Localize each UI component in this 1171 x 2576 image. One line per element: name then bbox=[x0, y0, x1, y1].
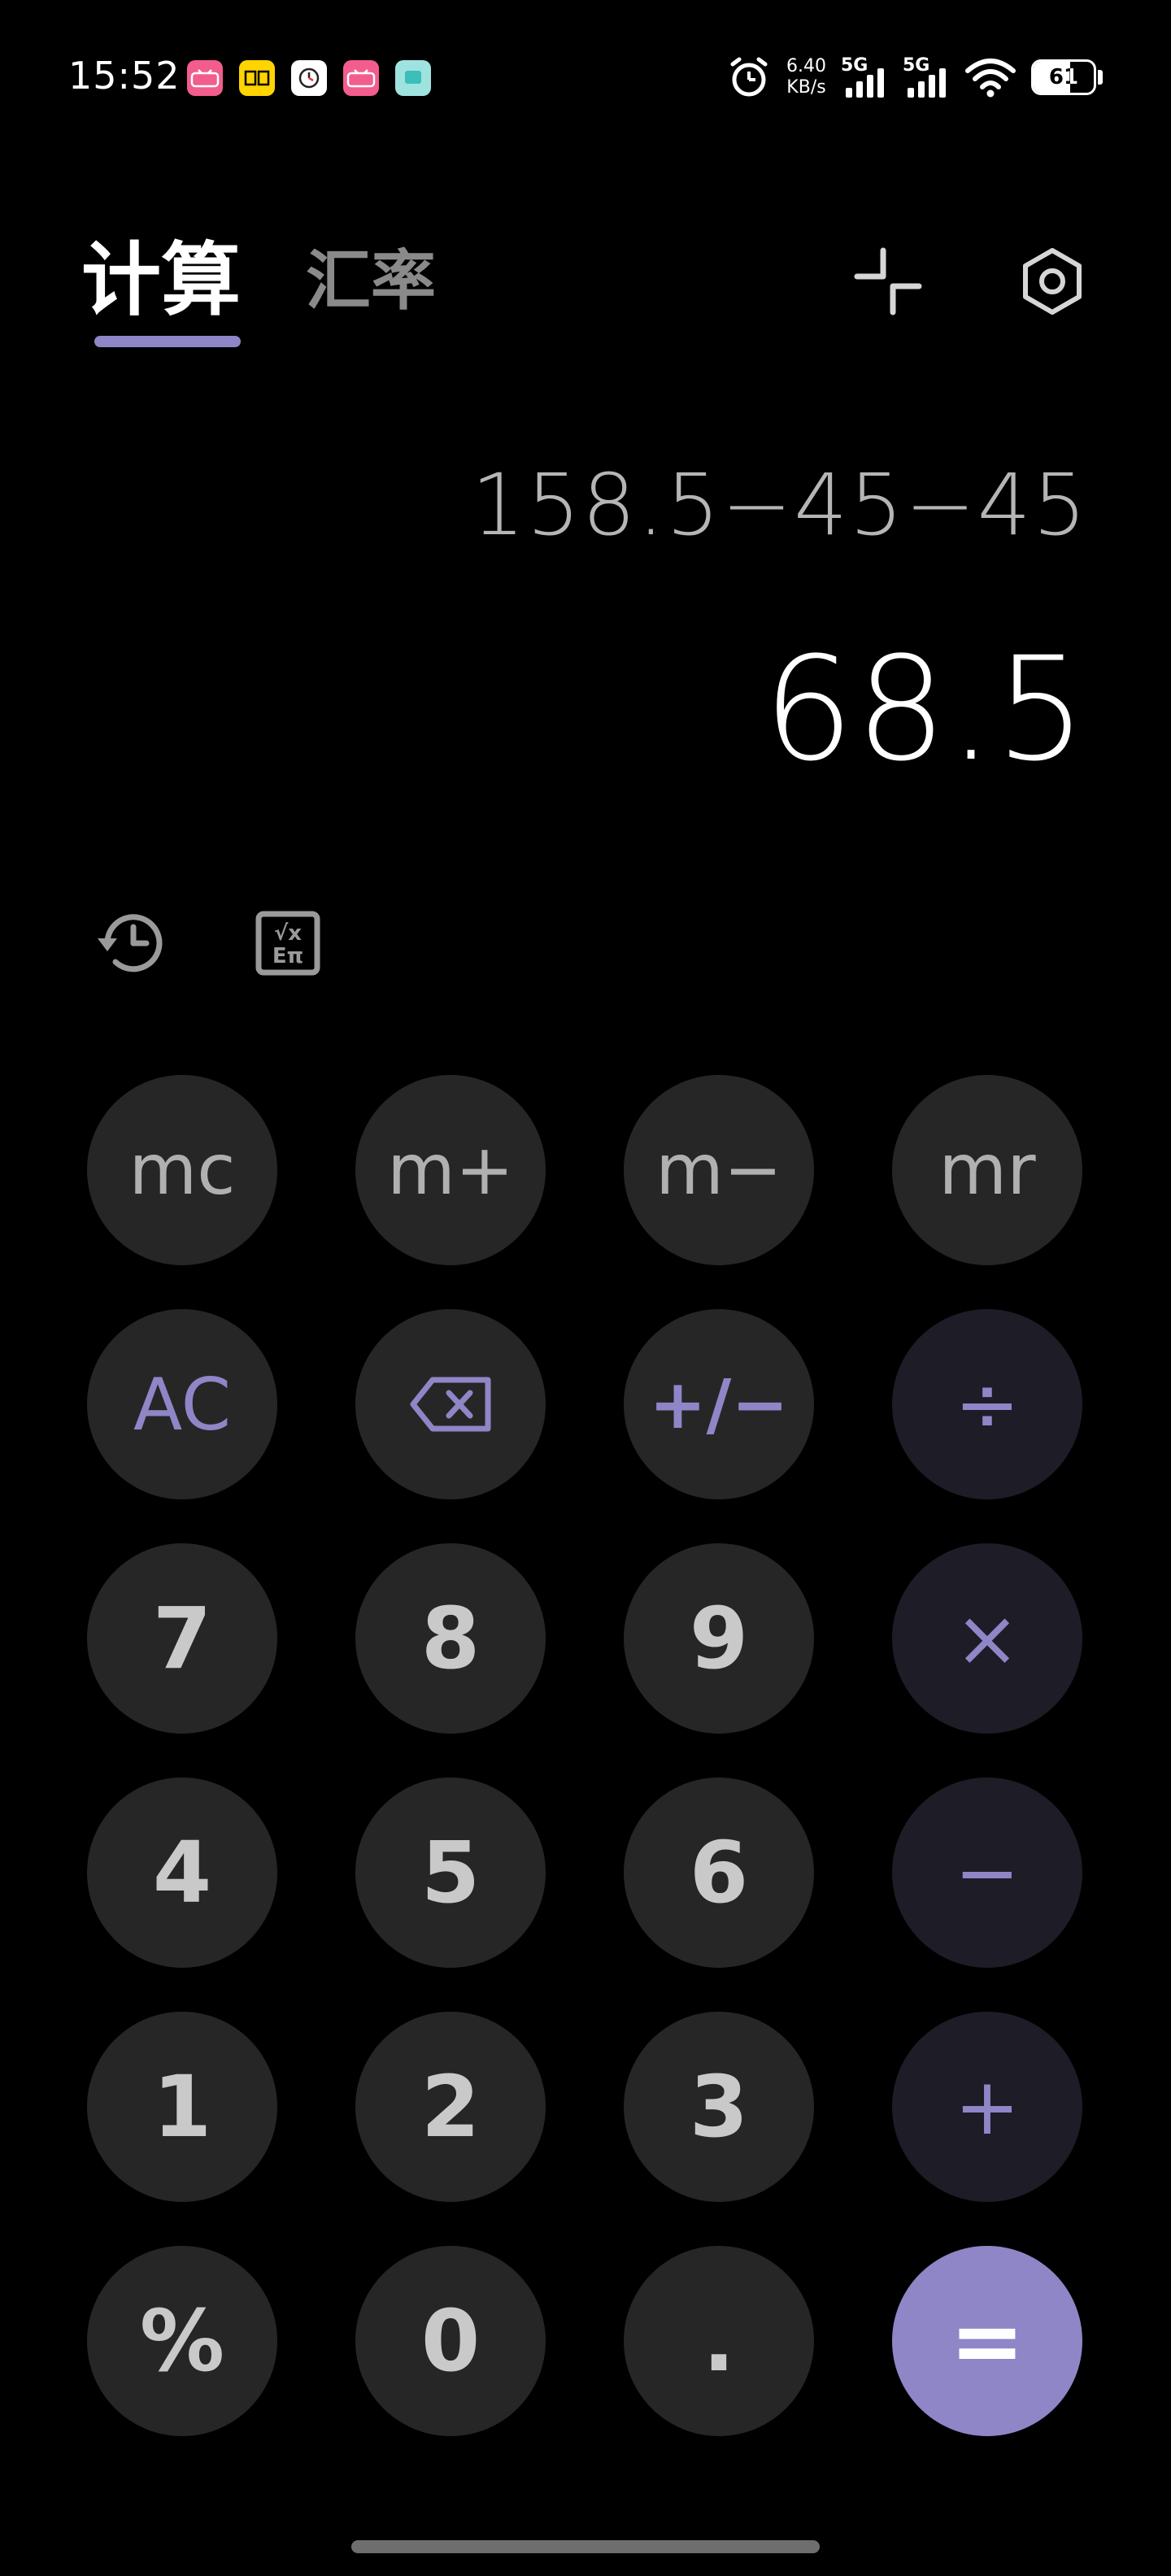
svg-text:√x: √x bbox=[274, 921, 302, 946]
backspace-button[interactable] bbox=[355, 1309, 546, 1499]
settings-icon bbox=[1023, 248, 1082, 315]
digit-3-button[interactable]: 3 bbox=[624, 2012, 814, 2202]
result-display: 68.5 bbox=[763, 626, 1088, 793]
clock-app-icon bbox=[291, 60, 327, 96]
home-indicator[interactable] bbox=[351, 2540, 820, 2553]
subtract-button[interactable]: − bbox=[892, 1778, 1082, 1968]
memory-add-button[interactable]: m+ bbox=[355, 1075, 546, 1265]
status-indicators: 6.40 KB/s 5G 5G 61 bbox=[726, 49, 1103, 106]
keypad: mc m+ m− mr AC +/− ÷ 7 8 9 × 4 5 6 − 1 2… bbox=[0, 0, 1171, 2576]
all-clear-button[interactable]: AC bbox=[87, 1309, 277, 1499]
expression-display: 158.5−45−45 bbox=[471, 455, 1088, 555]
memory-clear-button[interactable]: mc bbox=[87, 1075, 277, 1265]
tab-exchange-rate[interactable]: 汇率 bbox=[306, 232, 436, 329]
battery-tip bbox=[1098, 70, 1103, 85]
reader-app-icon bbox=[239, 60, 275, 96]
scientific-functions-icon: √x Eπ bbox=[255, 911, 320, 976]
decimal-point-button[interactable]: . bbox=[624, 2246, 814, 2436]
percent-button[interactable]: % bbox=[87, 2246, 277, 2436]
wifi-icon bbox=[964, 56, 1016, 98]
digit-0-button[interactable]: 0 bbox=[355, 2246, 546, 2436]
settings-button[interactable] bbox=[1015, 244, 1090, 319]
memory-recall-button[interactable]: mr bbox=[892, 1075, 1082, 1265]
scientific-mode-button[interactable]: √x Eπ bbox=[247, 903, 329, 984]
bilibili-icon bbox=[187, 60, 223, 96]
backspace-icon bbox=[410, 1377, 491, 1432]
tab-calculator[interactable]: 计算 bbox=[81, 232, 242, 347]
status-bar: 15:52 6.40 KB/s 5G 5G 61 bbox=[0, 0, 1171, 154]
history-icon bbox=[98, 914, 163, 973]
signal-strength-icon: 5G bbox=[903, 52, 950, 102]
active-tab-indicator bbox=[94, 336, 241, 347]
tab-exchange-rate-label: 汇率 bbox=[306, 242, 437, 319]
sign-toggle-button[interactable]: +/− bbox=[624, 1309, 814, 1499]
shrink-window-icon bbox=[854, 247, 922, 315]
network-speed-unit: KB/s bbox=[786, 77, 826, 98]
top-actions bbox=[851, 244, 1090, 319]
digit-1-button[interactable]: 1 bbox=[87, 2012, 277, 2202]
notification-icons bbox=[187, 60, 431, 96]
alarm-icon bbox=[726, 54, 772, 100]
mode-tabs: 计算 汇率 bbox=[81, 232, 436, 347]
network-speed-value: 6.40 bbox=[786, 56, 826, 76]
bilibili-icon bbox=[343, 60, 379, 96]
digit-5-button[interactable]: 5 bbox=[355, 1778, 546, 1968]
battery-level: 61 bbox=[1048, 65, 1079, 89]
network-speed: 6.40 KB/s bbox=[786, 56, 826, 98]
battery-icon: 61 bbox=[1031, 59, 1096, 95]
tab-calculator-label: 计算 bbox=[81, 233, 242, 327]
digit-9-button[interactable]: 9 bbox=[624, 1543, 814, 1734]
digit-6-button[interactable]: 6 bbox=[624, 1778, 814, 1968]
digit-7-button[interactable]: 7 bbox=[87, 1543, 277, 1734]
divide-button[interactable]: ÷ bbox=[892, 1309, 1082, 1499]
status-time: 15:52 bbox=[68, 54, 181, 98]
add-button[interactable]: + bbox=[892, 2012, 1082, 2202]
floating-window-button[interactable] bbox=[851, 244, 925, 319]
equals-button[interactable]: = bbox=[892, 2246, 1082, 2436]
digit-4-button[interactable]: 4 bbox=[87, 1778, 277, 1968]
signal-strength-icon: 5G bbox=[841, 52, 888, 102]
multiply-button[interactable]: × bbox=[892, 1543, 1082, 1734]
digit-8-button[interactable]: 8 bbox=[355, 1543, 546, 1734]
svg-text:Eπ: Eπ bbox=[272, 944, 303, 968]
memory-subtract-button[interactable]: m− bbox=[624, 1075, 814, 1265]
history-button[interactable] bbox=[91, 903, 172, 984]
digit-2-button[interactable]: 2 bbox=[355, 2012, 546, 2202]
teal-app-icon bbox=[395, 60, 431, 96]
